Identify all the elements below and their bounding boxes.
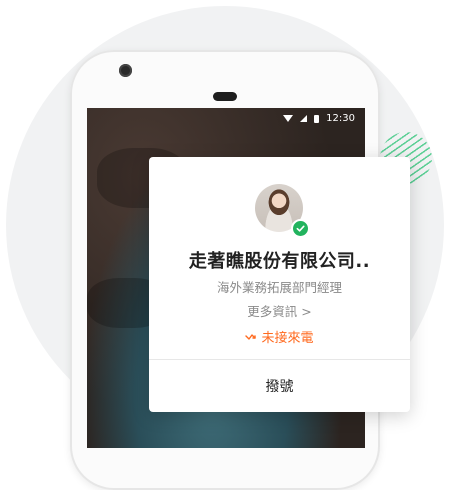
status-time: 12:30 (326, 113, 355, 124)
front-camera (119, 64, 132, 77)
earpiece-speaker (213, 92, 237, 101)
missed-call-status: 未接來電 (149, 327, 410, 346)
missed-call-icon (245, 333, 257, 340)
wifi-icon (283, 115, 294, 122)
job-title: 海外業務拓展部門經理 (216, 280, 342, 295)
check-icon (291, 219, 310, 238)
more-info-link[interactable]: 更多資訊 > (149, 301, 410, 320)
missed-call-label: 未接來電 (261, 331, 314, 346)
status-bar: 12:30 (87, 108, 365, 130)
signal-icon (300, 115, 308, 122)
company-name: 走著瞧股份有限公司.. (188, 251, 371, 272)
dial-button[interactable]: 撥號 (149, 360, 410, 412)
battery-icon (314, 114, 320, 123)
caller-id-card: 走著瞧股份有限公司.. 海外業務拓展部門經理 更多資訊 > 未接來電 撥號 (149, 157, 410, 412)
